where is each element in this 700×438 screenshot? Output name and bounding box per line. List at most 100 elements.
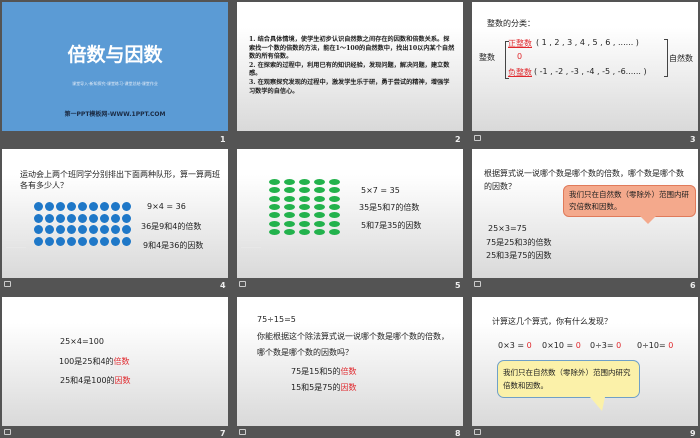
dot	[78, 236, 87, 246]
slide-thumbnail-4[interactable]: 运动会上两个班同学分别排出下面两种队形，算一算两班各有多少人？ 9×4 = 36…	[2, 149, 228, 278]
equation-text: 0×10 =	[542, 341, 576, 350]
equation-text: 0÷3=	[590, 341, 617, 350]
dot	[284, 220, 295, 227]
slide-thumbnail-9[interactable]: 计算这几个算式，你有什么发现？ 0×3 = 0 0×10 = 0 0÷3= 0 …	[472, 297, 698, 426]
slide-thumbnail-8[interactable]: 75÷15=5 你能根据这个除法算式说一说哪个数是哪个数的倍数，哪个数是哪个数的…	[237, 297, 463, 426]
dot	[56, 213, 65, 223]
dot	[78, 225, 87, 234]
dot	[314, 203, 325, 210]
dot	[89, 202, 98, 211]
equation-4: 0÷10= 0	[637, 341, 673, 350]
statement-text: 15和5是75的	[291, 383, 341, 392]
equation-result: 0	[526, 341, 532, 350]
dot	[111, 202, 120, 211]
objective-2: 2. 在探索的过程中，利用已有的知识经验，发现问题，解决问题，建立数感。	[249, 61, 450, 78]
multiple-statement: 75是15和5的倍数	[291, 366, 356, 377]
slide-thumbnail-6[interactable]: 根据算式说一说哪个数是哪个数的倍数，哪个数是哪个数的因数？ 我们只在自然数（零除…	[472, 149, 698, 278]
dot	[67, 225, 76, 234]
slide-title: 倍数与因数	[67, 44, 163, 66]
dot	[100, 213, 109, 223]
dot	[34, 236, 43, 246]
dot	[67, 213, 76, 223]
multiple-statement: 35是5和7的倍数	[359, 203, 420, 212]
slide-number: 6	[690, 281, 696, 290]
dot	[329, 203, 340, 210]
dot	[329, 187, 340, 194]
slide-thumbnail-7[interactable]: 25×4=100 100是25和4的倍数 25和4是100的因数	[2, 297, 228, 426]
dot	[45, 225, 54, 234]
natural-label: 自然数	[669, 54, 693, 63]
dot	[314, 195, 325, 202]
animation-icon	[4, 281, 11, 287]
equation: 25×4=100	[60, 337, 104, 346]
statement-text: 75是15和5的	[291, 367, 341, 376]
dot	[269, 179, 280, 185]
dot	[314, 220, 325, 227]
equation-1: 0×3 = 0	[498, 341, 532, 350]
objective-1: 1. 结合具体情境，使学生初步认识自然数之间存在的因数和倍数关系。探索找一个数的…	[249, 36, 455, 61]
dot	[314, 187, 325, 194]
equation-text: 0×3 =	[498, 341, 527, 350]
factor-statement: 5和7是35的因数	[361, 221, 422, 230]
callout-tail	[640, 216, 656, 224]
objective-3: 3. 在观察探究发现的过程中，激发学生乐于研，勇于尝试的精神，增强学习数学的自信…	[249, 78, 450, 95]
slide-thumbnail-5[interactable]: 5×7 = 35 35是5和7的倍数 5和7是35的因数	[237, 149, 463, 278]
factor-statement: 25和3是75的因数	[486, 251, 552, 260]
slide-number: 5	[455, 281, 461, 290]
dot	[329, 195, 340, 202]
equation-2: 0×10 = 0	[542, 341, 581, 350]
right-brace	[664, 39, 668, 77]
positive-label: 正整数	[508, 39, 532, 48]
dot	[314, 212, 325, 219]
dot	[269, 228, 280, 235]
animation-icon	[239, 429, 246, 435]
dot	[329, 179, 340, 185]
dot	[100, 225, 109, 234]
statement-text: 100是25和4的	[59, 357, 114, 366]
callout: 我们只在自然数（零除外）范围内研究倍数和因数。	[563, 185, 696, 217]
keyword-multiple: 倍数	[340, 367, 357, 376]
negative-values: ( -1 , -2 , -3 , -4 , -5 , -6...... )	[534, 67, 647, 76]
callout-text: 我们只在自然数（零除外）范围内研究倍数和因数。	[569, 190, 689, 211]
keyword-multiple: 倍数	[113, 357, 130, 366]
dot	[299, 220, 310, 227]
dot	[314, 228, 325, 235]
dot	[299, 195, 310, 202]
dot	[45, 236, 54, 246]
slide-number: 1	[220, 135, 226, 144]
dot	[269, 220, 280, 227]
equation: 75÷15=5	[257, 315, 296, 324]
dot	[89, 225, 98, 234]
dot	[314, 179, 325, 185]
slide-number: 7	[220, 429, 226, 438]
equation-text: 0÷10=	[637, 341, 669, 350]
dot	[284, 195, 295, 202]
slide-number: 2	[455, 135, 461, 144]
slide-thumbnail-1[interactable]: 倍数与因数 课堂导入-新知探究-课堂练习-课堂总结-课堂作业 第一PPT模板网-…	[2, 2, 228, 131]
slide-thumbnail-3[interactable]: 整数的分类： 整数 正整数 ( 1 , 2 , 3 , 4 , 5 , 6 , …	[472, 2, 698, 131]
question: 计算这几个算式，你有什么发现？	[492, 317, 612, 326]
dot	[284, 228, 295, 235]
heading: 整数的分类：	[487, 19, 535, 28]
equation: 9×4 = 36	[147, 202, 186, 211]
decorative-lines	[241, 240, 261, 248]
dot	[299, 187, 310, 194]
dot	[34, 225, 43, 234]
dot	[329, 220, 340, 227]
slide-thumbnail-2[interactable]: 1. 结合具体情境，使学生初步认识自然数之间存在的因数和倍数关系。探索找一个数的…	[237, 2, 463, 131]
dot	[111, 236, 120, 246]
dot	[122, 213, 131, 223]
equation: 5×7 = 35	[361, 186, 400, 195]
dot	[67, 236, 76, 246]
equation-result: 0	[668, 341, 674, 350]
dot	[122, 202, 131, 211]
negative-label: 负整数	[508, 68, 532, 77]
dot	[111, 213, 120, 223]
factor-statement: 9和4是36的因数	[143, 241, 204, 250]
dot	[89, 213, 98, 223]
dot	[111, 225, 120, 234]
zero: 0	[517, 52, 523, 61]
keyword-factor: 因数	[340, 383, 357, 392]
dot	[284, 212, 295, 219]
slide-number: 8	[455, 429, 461, 438]
